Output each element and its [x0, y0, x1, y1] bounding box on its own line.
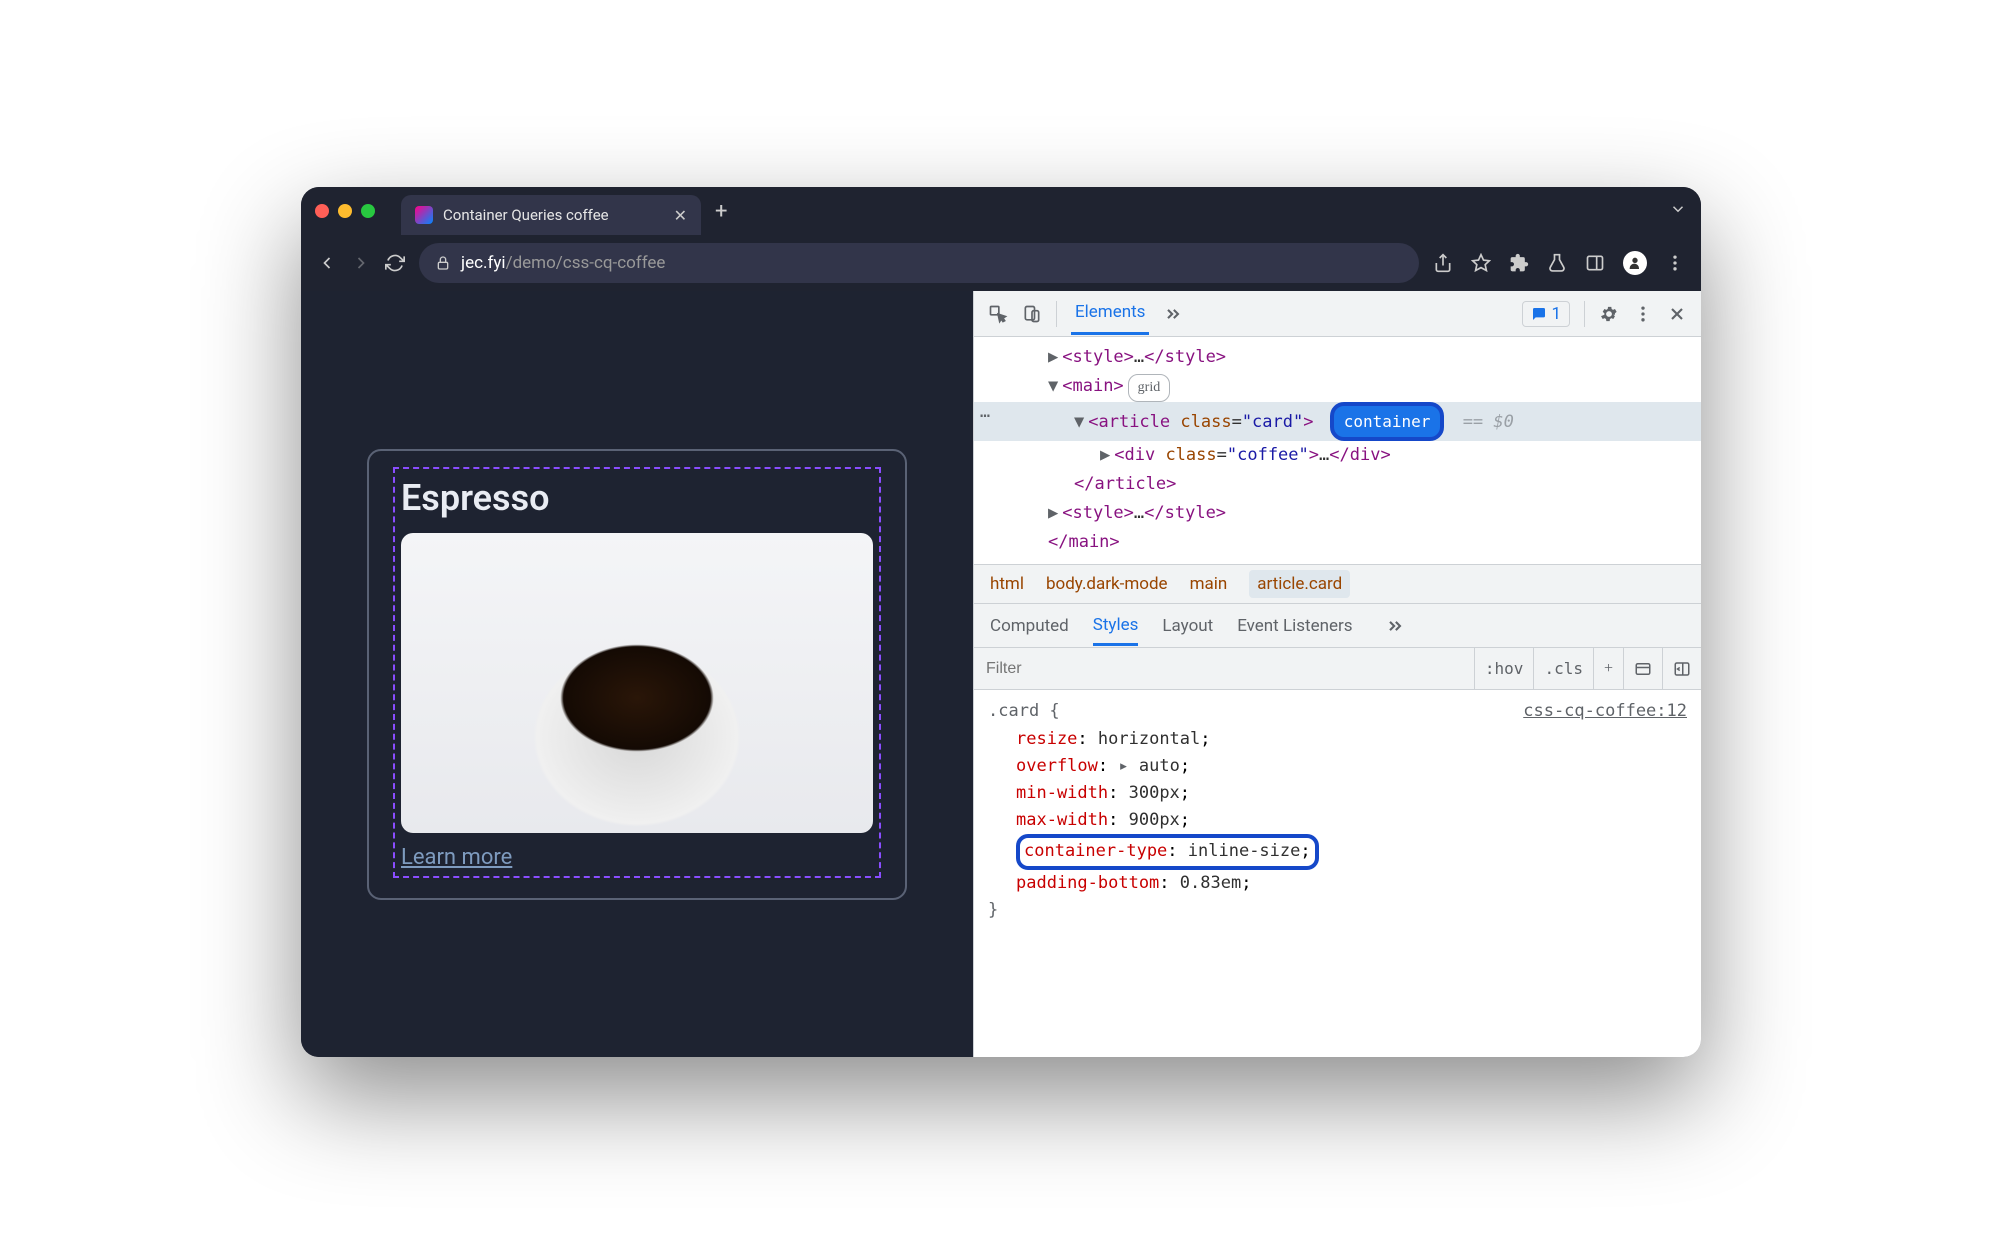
devtools-panel: Elements 1 ▶<style>…</style> ▼<main>grid…	[973, 291, 1701, 1057]
new-tab-button[interactable]: +	[715, 199, 727, 224]
url-path: /demo/css-cq-coffee	[506, 253, 666, 273]
dom-node-main[interactable]: ▼<main>grid	[974, 372, 1701, 402]
address-bar: jec.fyi/demo/css-cq-coffee	[301, 235, 1701, 291]
issues-count: 1	[1551, 304, 1561, 324]
computed-icon[interactable]	[1623, 648, 1662, 689]
menu-button[interactable]	[1665, 253, 1685, 273]
page-viewport: Espresso Learn more	[301, 291, 973, 1057]
styles-filter-bar: :hov .cls +	[974, 648, 1701, 690]
dom-tree[interactable]: ▶<style>…</style> ▼<main>grid ⋯ ▼<articl…	[974, 337, 1701, 564]
browser-window: Container Queries coffee ✕ + jec.fyi/dem…	[301, 187, 1701, 1057]
decl-padding-bottom[interactable]: padding-bottom: 0.83em;	[988, 870, 1687, 897]
toolbar-divider	[1056, 301, 1057, 327]
learn-more-link[interactable]: Learn more	[401, 845, 512, 870]
close-devtools-button[interactable]	[1667, 304, 1687, 324]
dom-breadcrumbs[interactable]: html body.dark-mode main article.card	[974, 564, 1701, 604]
close-tab-button[interactable]: ✕	[674, 206, 687, 225]
url-domain: jec.fyi	[461, 253, 506, 273]
dom-node-style2[interactable]: ▶<style>…</style>	[974, 499, 1701, 528]
profile-avatar[interactable]	[1623, 251, 1647, 275]
styles-subtabs: Computed Styles Layout Event Listeners	[974, 604, 1701, 648]
bookmark-icon[interactable]	[1471, 253, 1491, 273]
extensions-icon[interactable]	[1509, 253, 1529, 273]
labs-icon[interactable]	[1547, 253, 1567, 273]
url-input[interactable]: jec.fyi/demo/css-cq-coffee	[419, 243, 1419, 283]
close-window-button[interactable]	[315, 204, 329, 218]
container-badge[interactable]: container	[1330, 402, 1445, 441]
new-style-button[interactable]: +	[1593, 648, 1623, 689]
decl-resize[interactable]: resize: horizontal;	[988, 726, 1687, 753]
issues-badge[interactable]: 1	[1522, 301, 1570, 327]
forward-button[interactable]	[351, 253, 371, 273]
rule-close: }	[988, 900, 998, 920]
tab-layout[interactable]: Layout	[1162, 616, 1213, 636]
crumb-main[interactable]: main	[1190, 574, 1228, 594]
decl-overflow[interactable]: overflow: ▸ auto;	[988, 753, 1687, 780]
tab-overflow-button[interactable]	[1669, 200, 1687, 222]
more-subtabs-icon[interactable]	[1385, 616, 1405, 636]
decl-max-width[interactable]: max-width: 900px;	[988, 807, 1687, 834]
css-rules[interactable]: .card { css-cq-coffee:12 resize: horizont…	[974, 690, 1701, 1057]
crumb-article[interactable]: article.card	[1249, 570, 1350, 598]
console-ref: == $0	[1463, 412, 1514, 432]
share-icon[interactable]	[1433, 253, 1453, 273]
side-panel-icon[interactable]	[1585, 253, 1605, 273]
crumb-body[interactable]: body.dark-mode	[1046, 574, 1168, 594]
grid-badge[interactable]: grid	[1128, 374, 1171, 402]
more-panels-icon[interactable]	[1163, 304, 1183, 324]
reload-button[interactable]	[385, 253, 405, 273]
tab-event-listeners[interactable]: Event Listeners	[1237, 616, 1352, 636]
kebab-icon[interactable]	[1633, 304, 1653, 324]
chat-icon	[1531, 306, 1547, 322]
settings-icon[interactable]	[1599, 304, 1619, 324]
inspect-icon[interactable]	[988, 304, 1008, 324]
hov-toggle[interactable]: :hov	[1474, 648, 1534, 689]
dom-node-style[interactable]: ▶<style>…</style>	[974, 343, 1701, 372]
card-title: Espresso	[401, 477, 873, 519]
sidebar-toggle-icon[interactable]	[1662, 648, 1701, 689]
browser-tab[interactable]: Container Queries coffee ✕	[401, 195, 701, 235]
coffee-image	[401, 533, 873, 833]
favicon-icon	[415, 206, 433, 224]
dom-node-article-close[interactable]: </article>	[974, 470, 1701, 499]
maximize-window-button[interactable]	[361, 204, 375, 218]
decl-container-type[interactable]: container-type: inline-size;	[988, 834, 1687, 869]
toolbar-divider	[1584, 301, 1585, 327]
titlebar: Container Queries coffee ✕ +	[301, 187, 1701, 235]
crumb-html[interactable]: html	[990, 574, 1024, 594]
back-button[interactable]	[317, 253, 337, 273]
dom-node-main-close[interactable]: </main>	[974, 528, 1701, 557]
devtools-toolbar: Elements 1	[974, 291, 1701, 337]
window-controls	[315, 204, 375, 218]
rule-source[interactable]: css-cq-coffee:12	[1523, 698, 1687, 725]
decl-min-width[interactable]: min-width: 300px;	[988, 780, 1687, 807]
tab-elements[interactable]: Elements	[1071, 292, 1149, 335]
coffee-card[interactable]: Espresso Learn more	[367, 449, 907, 900]
tab-title: Container Queries coffee	[443, 206, 664, 224]
dom-node-div[interactable]: ▶<div class="coffee">…</div>	[974, 441, 1701, 470]
lock-icon	[435, 255, 451, 271]
dom-node-article[interactable]: ⋯ ▼<article class="card"> container == $…	[974, 402, 1701, 441]
device-toggle-icon[interactable]	[1022, 304, 1042, 324]
more-actions-icon[interactable]: ⋯	[980, 402, 990, 431]
toolbar-right	[1433, 251, 1685, 275]
tab-styles[interactable]: Styles	[1093, 615, 1139, 646]
tab-computed[interactable]: Computed	[990, 616, 1069, 636]
card-inner-overlay: Espresso Learn more	[393, 467, 881, 878]
minimize-window-button[interactable]	[338, 204, 352, 218]
styles-filter-input[interactable]	[974, 648, 1474, 689]
content-area: Espresso Learn more Elements 1	[301, 291, 1701, 1057]
rule-selector[interactable]: .card {	[988, 701, 1060, 721]
cls-toggle[interactable]: .cls	[1533, 648, 1593, 689]
